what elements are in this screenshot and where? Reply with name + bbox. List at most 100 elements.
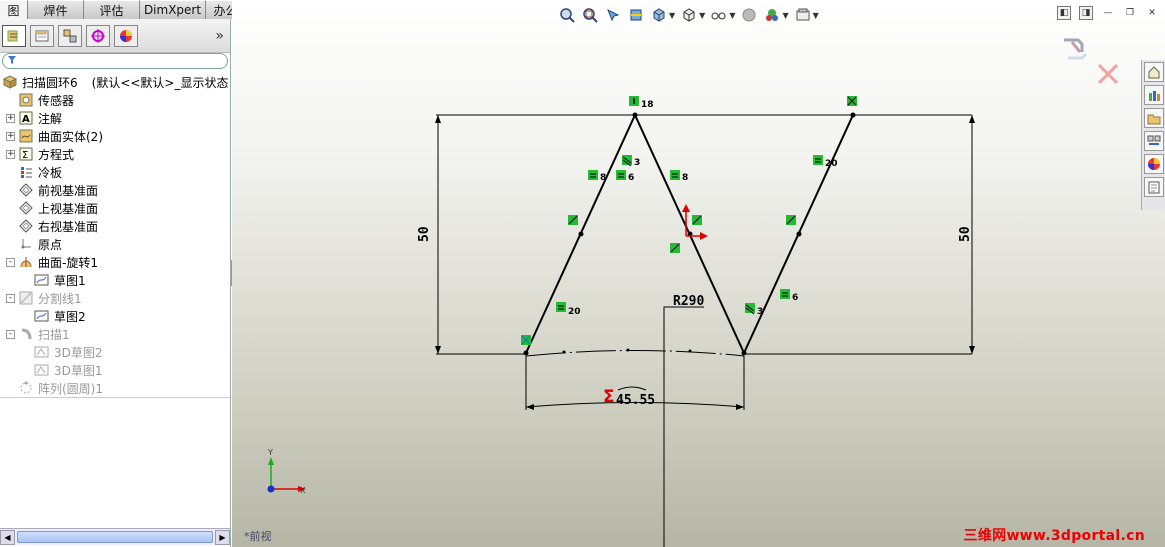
tree-expander-icon[interactable]: - — [6, 329, 15, 339]
relation-number: 3 — [757, 307, 763, 317]
equal-relation-icon[interactable] — [556, 302, 566, 312]
scroll-left-arrow-icon[interactable]: ◀ — [0, 529, 15, 545]
reference-triad: Y X — [267, 448, 306, 495]
arrow-left-top — [435, 115, 441, 123]
sketch-canvas[interactable]: 18 8 6 3 8 20 20 3 6 50 50 R290 Σ 45.55 … — [232, 0, 1165, 547]
tree-item[interactable]: 上视基准面 — [6, 199, 98, 217]
annotation-icon: A — [18, 110, 34, 126]
view-orientation-label: *前视 — [244, 530, 272, 543]
arc-length-symbol — [617, 386, 647, 391]
equal-relation-icon[interactable] — [616, 170, 626, 180]
circular-pattern-icon — [18, 380, 34, 396]
sketch-point[interactable] — [850, 112, 856, 118]
feature-tree-icon[interactable] — [2, 24, 26, 47]
arrow-arc-right — [736, 404, 744, 410]
root-config-name: (默认<<默认>_显示状态 1 — [91, 75, 240, 90]
tree-item[interactable]: 3D草图2 — [34, 343, 103, 361]
arc-center-point — [688, 349, 692, 353]
tree-item[interactable]: + Σ 方程式 — [6, 145, 74, 163]
tree-item[interactable]: + 曲面实体(2) — [6, 127, 103, 145]
tree-expander-icon[interactable]: + — [6, 131, 15, 141]
tree-item-label: 曲面实体(2) — [38, 129, 103, 144]
tree-item[interactable]: - 分割线1 — [6, 289, 82, 307]
origin-icon — [18, 236, 34, 252]
feature-tree: 扫描圆环6 (默认<<默认>_显示状态 1 传感器 + A 注解 + 曲面实体(2) + Σ 方… — [0, 71, 240, 401]
dimension-arc-length[interactable]: 45.55 — [616, 393, 655, 408]
tree-item-label: 阵列(圆周)1 — [38, 381, 103, 396]
tree-item[interactable]: 草图1 — [34, 271, 86, 289]
relation-number: 18 — [641, 100, 654, 110]
material-icon — [18, 164, 34, 180]
tree-item[interactable]: 3D草图1 — [34, 361, 103, 379]
configuration-manager-icon[interactable] — [58, 24, 82, 47]
horizontal-scrollbar[interactable]: ◀ ▶ — [0, 528, 230, 545]
sigma-symbol: Σ — [603, 387, 615, 407]
tree-item[interactable]: + A 注解 — [6, 109, 62, 127]
dimension-left-height[interactable]: 50 — [417, 226, 432, 242]
tree-item[interactable]: 草图2 — [34, 307, 86, 325]
equations-icon: Σ — [18, 146, 34, 162]
sketch-midpoint[interactable] — [796, 231, 802, 237]
equal-relation-icon[interactable] — [670, 170, 680, 180]
tree-item-label: 注解 — [38, 111, 63, 126]
tree-expander-icon[interactable]: + — [6, 113, 15, 123]
tab-sketch[interactable]: 图 — [0, 0, 28, 19]
tree-item-label: 曲面-旋转1 — [38, 255, 98, 270]
tree-item[interactable]: 阵列(圆周)1 — [6, 379, 103, 397]
dimension-radius[interactable]: R290 — [673, 294, 704, 309]
arc-center-point — [626, 348, 630, 352]
arrow-left-bottom — [435, 346, 441, 354]
tab-evaluate[interactable]: 评估 — [84, 0, 140, 19]
sketch-icon — [34, 308, 50, 324]
3d-sketch-icon — [34, 362, 50, 378]
tree-item[interactable]: 传感器 — [6, 91, 74, 109]
split-line-icon — [18, 290, 34, 306]
tree-item[interactable]: - 曲面-旋转1 — [6, 253, 98, 271]
sketch-point[interactable] — [632, 112, 638, 118]
dimxpert-manager-icon[interactable] — [86, 24, 110, 47]
tree-item-label: 前视基准面 — [38, 183, 99, 198]
tree-expander-icon[interactable]: + — [6, 149, 15, 159]
tree-item[interactable]: 冷板 — [6, 163, 62, 181]
scroll-right-arrow-icon[interactable]: ▶ — [215, 529, 230, 545]
dimension-right-height[interactable]: 50 — [958, 226, 973, 242]
arrow-right-bottom — [969, 346, 975, 354]
tree-item[interactable]: 原点 — [6, 235, 62, 253]
feature-filter-input[interactable] — [2, 53, 228, 69]
property-manager-icon[interactable] — [30, 24, 54, 47]
svg-text:Y: Y — [267, 448, 273, 457]
tab-weldments[interactable]: 焊件 — [28, 0, 84, 19]
tree-expander-icon[interactable]: - — [6, 257, 15, 267]
tree-item[interactable]: - 扫描1 — [6, 325, 70, 343]
tree-separator — [0, 397, 230, 398]
graphics-area[interactable]: ▼ ▼ ▼ ▼ ▼ ◧ ◨ — ❐ ✕ 18 8 6 3 8 20 20 3 6… — [232, 0, 1165, 547]
display-manager-icon[interactable] — [114, 24, 138, 47]
sketch-point[interactable] — [741, 350, 747, 356]
arc-centerline — [525, 350, 745, 357]
tree-item-label: 分割线1 — [38, 291, 82, 306]
tree-item[interactable]: 右视基准面 — [6, 217, 98, 235]
equal-relation-icon[interactable] — [780, 289, 790, 299]
sketch-midpoint[interactable] — [578, 231, 584, 237]
tree-item-label: 草图1 — [54, 273, 86, 288]
sketch-point[interactable] — [523, 350, 529, 356]
tree-item-label: 3D草图2 — [54, 345, 103, 360]
expand-panel-button[interactable]: » — [215, 28, 224, 44]
tree-expander-icon[interactable]: - — [6, 293, 15, 303]
tab-dimxpert[interactable]: DimXpert — [140, 0, 206, 19]
equal-relation-icon[interactable] — [588, 170, 598, 180]
equal-relation-icon[interactable] — [813, 155, 823, 165]
svg-text:X: X — [300, 486, 306, 495]
tree-root-part[interactable]: 扫描圆环6 (默认<<默认>_显示状态 1 — [2, 73, 240, 91]
scrollbar-thumb[interactable] — [17, 531, 213, 543]
tree-item[interactable]: 前视基准面 — [6, 181, 98, 199]
part-icon — [2, 74, 18, 90]
tree-item-label: 冷板 — [38, 165, 63, 180]
relation-number: 6 — [792, 293, 798, 303]
